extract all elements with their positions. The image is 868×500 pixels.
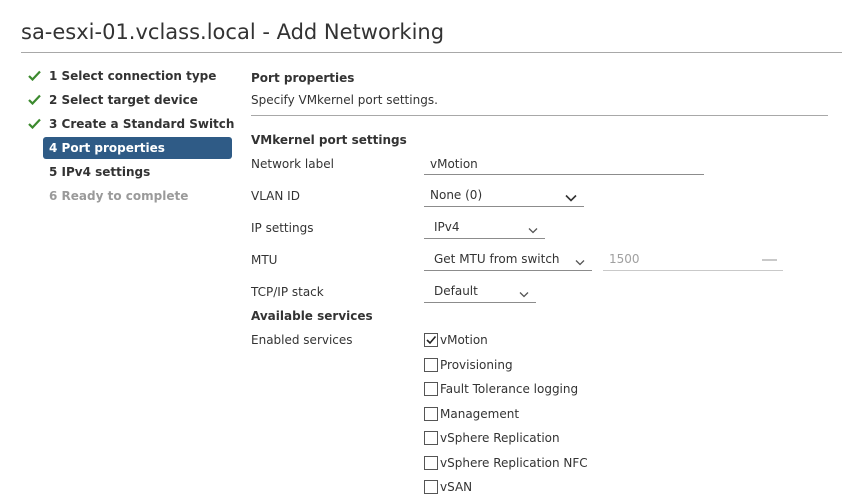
- wizard-steps: 1 Select connection type 2 Select target…: [21, 64, 235, 208]
- checkbox[interactable]: [424, 431, 438, 445]
- step-ready-to-complete: 6 Ready to complete: [21, 184, 233, 208]
- checkbox[interactable]: [424, 382, 438, 396]
- step-label: 2 Select target device: [49, 93, 198, 107]
- step-label: 4 Port properties: [49, 141, 165, 155]
- checkbox[interactable]: [424, 407, 438, 421]
- step-select-target-device[interactable]: 2 Select target device: [21, 88, 233, 112]
- service-label: Provisioning: [440, 358, 513, 372]
- checkbox[interactable]: [424, 480, 438, 494]
- enabled-services-label: Enabled services: [251, 333, 353, 347]
- service-label: vMotion: [440, 333, 488, 347]
- service-label: vSAN: [440, 480, 473, 494]
- service-label: vSphere Replication: [440, 431, 560, 445]
- page-description: Specify VMkernel port settings.: [251, 93, 438, 107]
- vlan-id-label: VLAN ID: [251, 189, 300, 203]
- mtu-value-input: 1500: [603, 251, 783, 271]
- ip-settings-value: IPv4: [434, 220, 460, 234]
- ip-settings-label: IP settings: [251, 221, 314, 235]
- step-label: 1 Select connection type: [49, 69, 217, 83]
- step-select-connection-type[interactable]: 1 Select connection type: [21, 64, 233, 88]
- service-label: Management: [440, 407, 520, 421]
- chevron-down-icon: [575, 255, 585, 269]
- vlan-id-value: None (0): [430, 188, 483, 202]
- step-label: 3 Create a Standard Switch: [49, 117, 235, 131]
- checkbox[interactable]: [424, 358, 438, 372]
- checkmark-icon: [28, 88, 42, 112]
- service-label: vSphere Replication NFC: [440, 456, 588, 470]
- ip-settings-select[interactable]: IPv4: [424, 219, 545, 239]
- step-create-standard-switch[interactable]: 3 Create a Standard Switch: [21, 112, 235, 136]
- checkbox[interactable]: [424, 456, 438, 470]
- chevron-down-icon: [528, 223, 538, 237]
- tcpip-stack-label: TCP/IP stack: [251, 285, 324, 299]
- checkmark-icon: [28, 64, 42, 88]
- minus-icon: [762, 259, 777, 261]
- mtu-value: 1500: [609, 252, 640, 266]
- chevron-down-icon: [565, 191, 577, 205]
- network-label-input[interactable]: [424, 157, 704, 175]
- vlan-id-select[interactable]: None (0): [424, 187, 584, 207]
- tcpip-stack-value: Default: [434, 284, 478, 298]
- step-ipv4-settings[interactable]: 5 IPv4 settings: [21, 160, 233, 184]
- step-label: 5 IPv4 settings: [49, 165, 151, 179]
- services-section-title: Available services: [251, 309, 373, 323]
- chevron-down-icon: [519, 287, 529, 301]
- mtu-mode-value: Get MTU from switch: [434, 252, 560, 266]
- checkmark-icon: [28, 112, 42, 136]
- network-label-label: Network label: [251, 157, 334, 171]
- header-divider: [251, 115, 828, 116]
- step-port-properties[interactable]: 4 Port properties: [21, 136, 233, 160]
- page-heading: Port properties: [251, 71, 355, 85]
- vmkernel-section-title: VMkernel port settings: [251, 133, 407, 147]
- mtu-label: MTU: [251, 253, 278, 267]
- mtu-mode-select[interactable]: Get MTU from switch: [424, 251, 592, 271]
- title-divider: [21, 52, 842, 53]
- step-label: 6 Ready to complete: [49, 189, 189, 203]
- dialog-title: sa-esxi-01.vclass.local - Add Networking: [21, 20, 445, 44]
- checkbox-checked[interactable]: [424, 333, 438, 347]
- tcpip-stack-select[interactable]: Default: [424, 283, 536, 303]
- service-label: Fault Tolerance logging: [440, 382, 579, 396]
